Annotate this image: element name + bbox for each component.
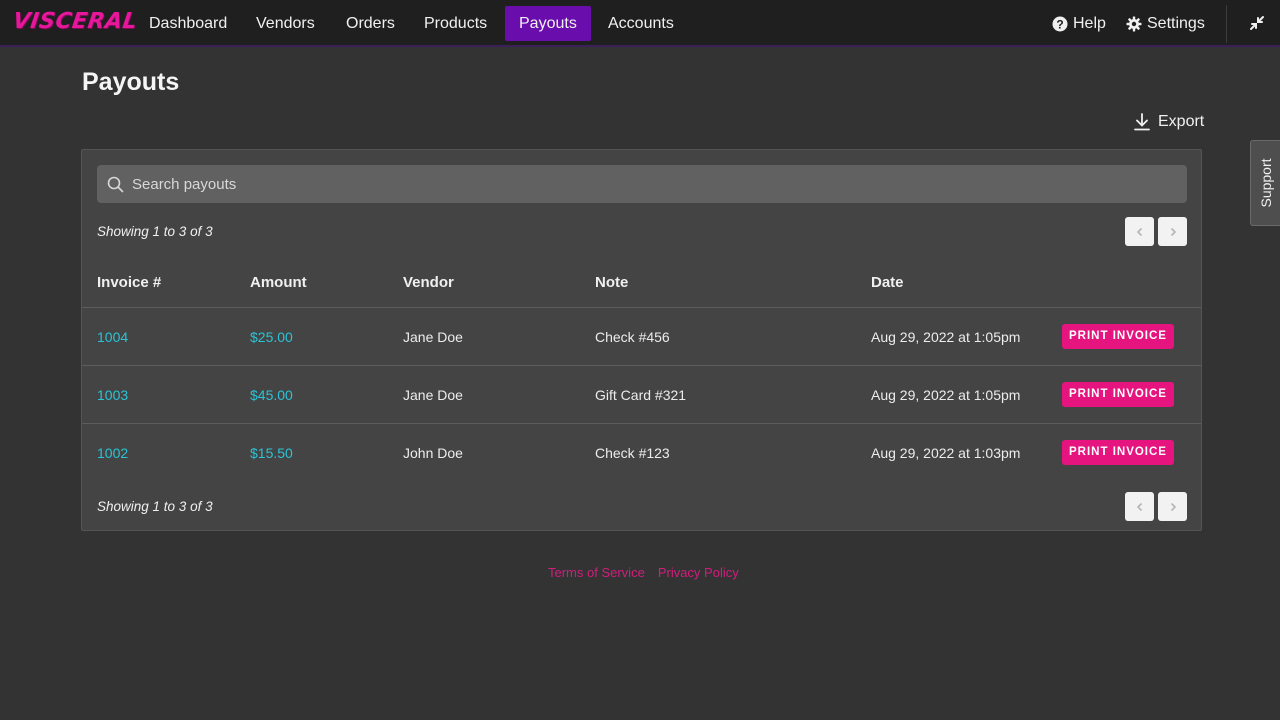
date-cell: Aug 29, 2022 at 1:05pm — [871, 329, 1021, 345]
privacy-link[interactable]: Privacy Policy — [658, 565, 739, 580]
chevron-right-icon — [1170, 227, 1176, 236]
date-cell: Aug 29, 2022 at 1:05pm — [871, 387, 1021, 403]
nav-payouts[interactable]: Payouts — [505, 6, 591, 41]
prev-page-button[interactable] — [1125, 217, 1154, 246]
print-invoice-button[interactable]: PRINT INVOICE — [1062, 324, 1174, 349]
vendor-cell: John Doe — [403, 445, 463, 461]
date-cell: Aug 29, 2022 at 1:03pm — [871, 445, 1021, 461]
pager-top — [1125, 217, 1187, 246]
top-navbar: VISCERAL Dashboard Vendors Orders Produc… — [0, 0, 1280, 47]
col-note[interactable]: Note — [595, 274, 628, 291]
col-invoice[interactable]: Invoice # — [97, 274, 161, 291]
help-link[interactable]: ? Help — [1052, 6, 1106, 41]
settings-label: Settings — [1147, 15, 1205, 32]
settings-link[interactable]: Settings — [1126, 6, 1205, 41]
nav-orders[interactable]: Orders — [332, 6, 409, 41]
terms-link[interactable]: Terms of Service — [548, 565, 645, 580]
table-header: Invoice # Amount Vendor Note Date — [82, 262, 1201, 308]
nav-vendors[interactable]: Vendors — [242, 6, 329, 41]
collapse-icon — [1250, 16, 1264, 30]
svg-text:?: ? — [1056, 17, 1063, 31]
table-row: 1003 $45.00 Jane Doe Gift Card #321 Aug … — [82, 366, 1201, 424]
print-invoice-button[interactable]: PRINT INVOICE — [1062, 382, 1174, 407]
amount-link[interactable]: $15.50 — [250, 445, 293, 461]
chevron-right-icon — [1170, 502, 1176, 511]
export-button[interactable]: Export — [1133, 111, 1204, 133]
note-cell: Check #456 — [595, 329, 670, 345]
help-circle-icon: ? — [1052, 16, 1068, 31]
search-icon — [107, 176, 124, 192]
search-bar[interactable] — [97, 165, 1187, 203]
collapse-button[interactable] — [1247, 13, 1267, 33]
page-title: Payouts — [82, 68, 180, 96]
nav-accounts[interactable]: Accounts — [594, 6, 688, 41]
note-cell: Gift Card #321 — [595, 387, 687, 403]
export-label: Export — [1158, 113, 1205, 130]
nav-dashboard[interactable]: Dashboard — [135, 6, 241, 41]
vendor-cell: Jane Doe — [403, 329, 463, 345]
search-input[interactable] — [132, 175, 1132, 193]
invoice-link[interactable]: 1004 — [97, 329, 128, 345]
prev-page-button[interactable] — [1125, 492, 1154, 521]
next-page-button[interactable] — [1158, 492, 1187, 521]
help-label: Help — [1073, 15, 1106, 32]
download-icon — [1134, 113, 1150, 131]
amount-link[interactable]: $25.00 — [250, 329, 293, 345]
pager-bottom — [1125, 492, 1187, 521]
col-vendor[interactable]: Vendor — [403, 274, 454, 291]
footer-links: Terms of Service Privacy Policy — [548, 565, 739, 580]
showing-count-bottom: Showing 1 to 3 of 3 — [97, 499, 213, 514]
next-page-button[interactable] — [1158, 217, 1187, 246]
logo[interactable]: VISCERAL — [11, 9, 139, 34]
payouts-panel: Showing 1 to 3 of 3 Invoice # Amount Ven… — [81, 149, 1202, 531]
invoice-link[interactable]: 1003 — [97, 387, 128, 403]
nav-divider — [1226, 5, 1227, 43]
nav-products[interactable]: Products — [410, 6, 501, 41]
table-row: 1002 $15.50 John Doe Check #123 Aug 29, … — [82, 424, 1201, 482]
table-row: 1004 $25.00 Jane Doe Check #456 Aug 29, … — [82, 308, 1201, 366]
note-cell: Check #123 — [595, 445, 670, 461]
invoice-link[interactable]: 1002 — [97, 445, 128, 461]
amount-link[interactable]: $45.00 — [250, 387, 293, 403]
showing-count-top: Showing 1 to 3 of 3 — [97, 224, 213, 239]
vendor-cell: Jane Doe — [403, 387, 463, 403]
support-tab[interactable]: Support — [1250, 140, 1280, 226]
gear-icon — [1126, 16, 1142, 31]
print-invoice-button[interactable]: PRINT INVOICE — [1062, 440, 1174, 465]
support-label: Support — [1257, 158, 1274, 208]
chevron-left-icon — [1136, 227, 1142, 236]
chevron-left-icon — [1136, 502, 1142, 511]
col-amount[interactable]: Amount — [250, 274, 307, 291]
col-date[interactable]: Date — [871, 274, 904, 291]
